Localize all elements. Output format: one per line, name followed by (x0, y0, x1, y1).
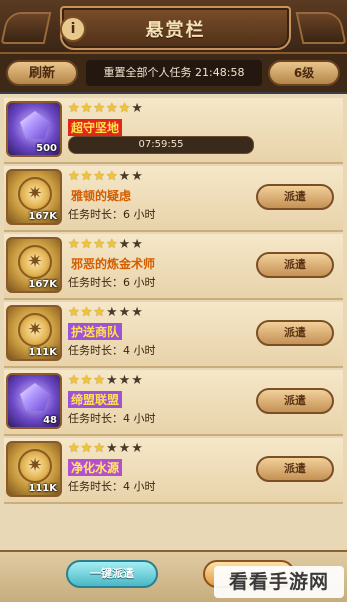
star-empty-icon: ★ (131, 237, 144, 252)
task-name: 护送商队 (68, 323, 123, 340)
task-row[interactable]: ✷ 167K ★★★★★★ 邪恶的炼金术师 任务时长：6 小时 派遣 (4, 234, 343, 300)
star-filled-icon: ★ (93, 441, 106, 456)
crystal-reward-icon[interactable]: 500 (6, 101, 62, 157)
star-filled-icon: ★ (93, 305, 106, 320)
task-duration: 任务时长：4 小时 (68, 480, 156, 493)
task-row[interactable]: ✷ 111K ★★★★★★ 净化水源 任务时长：4 小时 派遣 (4, 438, 343, 504)
reward-amount: 167K (28, 211, 57, 222)
dispatch-button[interactable]: 派遣 (256, 388, 334, 414)
star-filled-icon: ★ (80, 237, 94, 252)
star-empty-icon: ★ (118, 441, 132, 456)
task-duration: 任务时长：4 小时 (68, 344, 156, 357)
star-filled-icon: ★ (80, 101, 94, 116)
star-rating: ★★★★★★ (68, 170, 144, 184)
task-name: 雅顿的疑虑 (71, 189, 132, 203)
crystal-icon (20, 383, 50, 411)
task-row[interactable]: 48 ★★★★★★ 缔盟联盟 任务时长：4 小时 派遣 (4, 370, 343, 436)
star-empty-icon: ★ (131, 373, 144, 388)
coin-icon: ✷ (18, 177, 52, 211)
star-empty-icon: ★ (131, 101, 144, 116)
star-filled-icon: ★ (80, 373, 94, 388)
toolbar: 刷新 重置全部个人任务 21:48:58 6级 (0, 54, 347, 92)
star-filled-icon: ★ (80, 305, 94, 320)
refresh-button[interactable]: 刷新 (6, 60, 78, 86)
dispatch-button[interactable]: 派遣 (256, 184, 334, 210)
star-filled-icon: ★ (105, 237, 119, 252)
header-wing-right (295, 12, 347, 44)
task-duration: 任务时长：6 小时 (68, 276, 156, 289)
star-filled-icon: ★ (80, 169, 94, 184)
reward-amount: 111K (28, 483, 57, 494)
star-empty-icon: ★ (118, 305, 132, 320)
star-filled-icon: ★ (68, 237, 81, 252)
page-title: 悬赏栏 (145, 20, 206, 41)
header: 悬赏栏 i (0, 0, 347, 54)
task-row[interactable]: 500 ★★★★★★ 超守坚地 07:59:55 (4, 98, 343, 164)
star-empty-icon: ★ (118, 237, 132, 252)
star-empty-icon: ★ (105, 305, 119, 320)
star-filled-icon: ★ (68, 305, 81, 320)
task-duration: 任务时长：6 小时 (68, 208, 156, 221)
watermark-logo: 看看手游网 (214, 566, 344, 598)
star-filled-icon: ★ (68, 169, 81, 184)
task-list[interactable]: 500 ★★★★★★ 超守坚地 07:59:55 ✷ 167K ★★★★★★ 雅顿的疑虑 任务时… (0, 94, 347, 550)
coin-icon: ✷ (18, 313, 52, 347)
task-duration: 任务时长：4 小时 (68, 412, 156, 425)
star-filled-icon: ★ (118, 101, 132, 116)
task-row[interactable]: ✷ 111K ★★★★★★ 护送商队 任务时长：4 小时 派遣 (4, 302, 343, 368)
star-filled-icon: ★ (80, 441, 94, 456)
dispatch-button[interactable]: 派遣 (256, 320, 334, 346)
crystal-reward-icon[interactable]: 48 (6, 373, 62, 429)
gold-coin-reward-icon[interactable]: ✷ 111K (6, 441, 62, 497)
star-rating: ★★★★★★ (68, 442, 144, 456)
star-filled-icon: ★ (93, 237, 106, 252)
coin-icon: ✷ (18, 245, 52, 279)
star-empty-icon: ★ (131, 305, 144, 320)
header-wing-left (0, 12, 52, 44)
gold-coin-reward-icon[interactable]: ✷ 111K (6, 305, 62, 361)
star-rating: ★★★★★★ (68, 306, 144, 320)
reward-amount: 167K (28, 279, 57, 290)
reward-amount: 111K (28, 347, 57, 358)
star-empty-icon: ★ (131, 441, 144, 456)
star-rating: ★★★★★★ (68, 102, 144, 116)
task-name: 缔盟联盟 (68, 391, 123, 408)
star-filled-icon: ★ (93, 373, 106, 388)
star-filled-icon: ★ (68, 441, 81, 456)
gold-coin-reward-icon[interactable]: ✷ 167K (6, 237, 62, 293)
info-icon[interactable]: i (60, 16, 86, 42)
title-plate: 悬赏栏 (60, 6, 291, 50)
dispatch-button[interactable]: 派遣 (256, 252, 334, 278)
task-row[interactable]: ✷ 167K ★★★★★★ 雅顿的疑虑 任务时长：6 小时 派遣 (4, 166, 343, 232)
reward-amount: 48 (43, 415, 57, 426)
gold-coin-reward-icon[interactable]: ✷ 167K (6, 169, 62, 225)
star-filled-icon: ★ (93, 101, 106, 116)
game-window: 悬赏栏 i 刷新 重置全部个人任务 21:48:58 6级 500 ★★★★★★ 超… (0, 0, 347, 602)
crystal-icon (20, 111, 50, 139)
level-button[interactable]: 6级 (268, 60, 340, 86)
star-filled-icon: ★ (93, 169, 106, 184)
task-name: 邪恶的炼金术师 (71, 257, 156, 271)
star-filled-icon: ★ (105, 169, 119, 184)
reset-timer-text: 重置全部个人任务 21:48:58 (86, 60, 262, 86)
star-rating: ★★★★★★ (68, 374, 144, 388)
star-filled-icon: ★ (68, 373, 81, 388)
star-empty-icon: ★ (105, 373, 119, 388)
coin-icon: ✷ (18, 449, 52, 483)
task-name: 净化水源 (68, 459, 123, 476)
star-empty-icon: ★ (131, 169, 144, 184)
star-empty-icon: ★ (118, 169, 132, 184)
star-filled-icon: ★ (68, 101, 81, 116)
one-click-dispatch-button[interactable]: 一键派遣 (66, 560, 158, 588)
star-filled-icon: ★ (105, 101, 119, 116)
reward-amount: 500 (36, 143, 57, 154)
dispatch-button[interactable]: 派遣 (256, 456, 334, 482)
star-rating: ★★★★★★ (68, 238, 144, 252)
task-name: 超守坚地 (68, 119, 123, 136)
star-empty-icon: ★ (118, 373, 132, 388)
task-timer: 07:59:55 (68, 136, 254, 154)
star-empty-icon: ★ (105, 441, 119, 456)
